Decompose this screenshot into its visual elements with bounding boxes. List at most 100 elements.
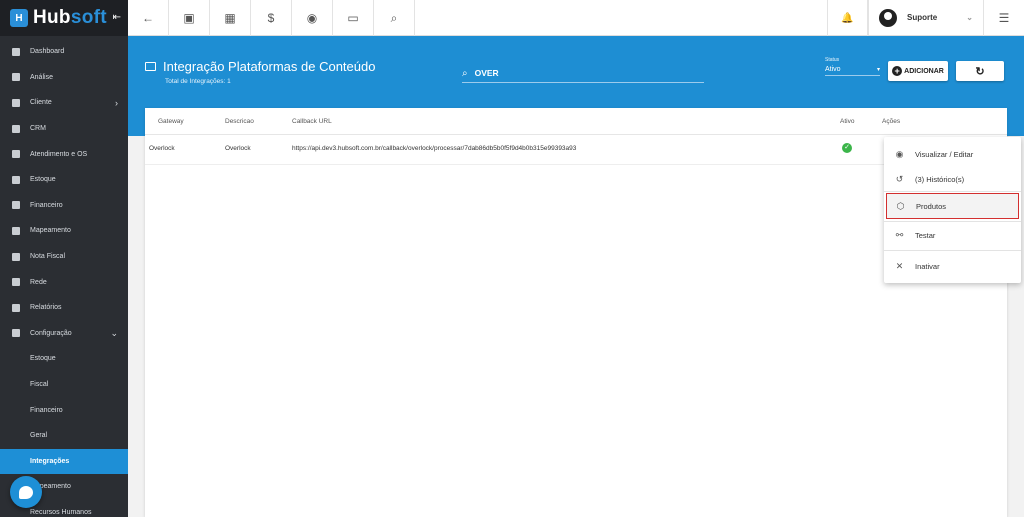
status-filter[interactable]: Status Ativo ▾	[825, 57, 880, 76]
calendar-button[interactable]: ▦	[210, 0, 251, 36]
bell-icon: 🔔	[841, 12, 854, 24]
list-icon: ☰	[998, 11, 1010, 25]
arrow-left-icon: ←	[142, 11, 154, 25]
sidebar-nav: Dashboard Análise Cliente › CRM Atendimen…	[0, 36, 128, 517]
actions-dropdown-menu: ◉ Visualizar / Editar ↺ (3) Histórico(s)…	[884, 137, 1021, 283]
sidebar-subitem-integracoes[interactable]: Integrações	[0, 448, 128, 475]
total-integrations-label: Total de Integrações: 1	[165, 78, 231, 85]
chat-widget-button[interactable]	[10, 476, 42, 508]
gear-icon	[12, 329, 20, 338]
history-icon: ↺	[895, 173, 904, 184]
view-button[interactable]: ◉	[292, 0, 333, 36]
status-label: Status	[825, 57, 840, 63]
sidebar-item-atendimento[interactable]: Atendimento e OS	[0, 141, 128, 167]
column-gateway[interactable]: Gateway	[158, 118, 184, 125]
global-search-button[interactable]: ⌕	[374, 0, 415, 36]
hubsoft-logo-icon: H	[10, 9, 28, 27]
sidebar-item-dashboard[interactable]: Dashboard	[0, 39, 128, 65]
column-callback-url[interactable]: Callback URL	[292, 118, 332, 125]
sidebar-subitem-geral[interactable]: Geral	[0, 423, 128, 449]
menu-item-testar[interactable]: ⚯ Testar	[884, 222, 1021, 248]
sidebar-item-cliente[interactable]: Cliente ›	[0, 90, 128, 116]
crm-icon	[12, 124, 20, 133]
sidebar-item-configuracao[interactable]: Configuração ⌄	[0, 321, 128, 347]
sidebar-item-relatorios[interactable]: Relatórios	[0, 295, 128, 321]
dashboard-icon	[12, 47, 20, 56]
active-check-icon: ✓	[842, 143, 852, 153]
search-bar: ⌕	[462, 64, 704, 83]
refresh-icon: ↻	[975, 65, 985, 78]
sidebar-item-analise[interactable]: Análise	[0, 65, 128, 91]
sidebar-subitem-estoque[interactable]: Estoque	[0, 346, 128, 372]
sidebar-item-financeiro[interactable]: Financeiro	[0, 193, 128, 219]
report-icon	[12, 303, 20, 312]
search-icon: ⌕	[390, 10, 398, 25]
column-descricao[interactable]: Descricao	[225, 118, 254, 125]
brand-name-b: soft	[70, 7, 107, 28]
status-value: Ativo	[825, 66, 841, 73]
avatar	[879, 8, 897, 27]
table-row[interactable]: Overlock Overlock https://api.dev3.hubso…	[145, 135, 1007, 165]
table-header: Gateway Descricao Callback URL Ativo Açõ…	[145, 108, 1007, 135]
chevron-down-icon: ⌄	[966, 13, 973, 22]
plus-icon: +	[892, 66, 903, 76]
cell-gateway: Overlock	[149, 145, 175, 152]
cell-callback-url: https://api.dev3.hubsoft.com.br/callback…	[292, 145, 577, 152]
terminal-icon: ▭	[347, 11, 359, 25]
user-menu[interactable]: Suporte ⌄	[868, 0, 983, 35]
page-title-text: Integração Plataformas de Conteúdo	[163, 59, 376, 74]
chat-bubble-icon	[19, 485, 33, 499]
sidebar-subitem-financeiro[interactable]: Financeiro	[0, 397, 128, 423]
brand-name-a: Hub	[33, 7, 71, 28]
add-button[interactable]: + ADICIONAR	[888, 61, 948, 81]
calendar-icon: ▦	[224, 11, 236, 25]
column-acoes: Ações	[882, 118, 901, 125]
box-icon: ⬡	[896, 200, 905, 211]
box-icon	[12, 175, 20, 184]
cell-descricao: Overlock	[225, 145, 251, 152]
menu-item-visualizar-editar[interactable]: ◉ Visualizar / Editar	[884, 141, 1021, 167]
add-button-label: ADICIONAR	[904, 67, 944, 75]
list-menu-button[interactable]: ☰	[983, 0, 1024, 36]
menu-item-historico[interactable]: ↺ (3) Histórico(s)	[884, 166, 1021, 192]
column-ativo[interactable]: Ativo	[840, 118, 854, 125]
network-icon	[12, 278, 20, 287]
search-input[interactable]	[474, 68, 675, 78]
notifications-button[interactable]: 🔔	[827, 0, 868, 36]
money-icon	[12, 201, 20, 210]
sidebar-item-nota-fiscal[interactable]: Nota Fiscal	[0, 244, 128, 270]
sidebar: H Hubsoft ⇤ Dashboard Análise Cliente › C…	[0, 0, 128, 517]
chevron-down-icon: ⌄	[110, 327, 118, 338]
invoice-icon	[12, 252, 20, 261]
brand-logo[interactable]: H Hubsoft ⇤	[0, 0, 128, 36]
menu-divider	[884, 250, 1021, 251]
menu-item-inativar[interactable]: ✕ Inativar	[884, 253, 1021, 279]
integrations-table-card: Gateway Descricao Callback URL Ativo Açõ…	[145, 108, 1007, 517]
integration-icon	[145, 62, 156, 71]
sidebar-subitem-fiscal[interactable]: Fiscal	[0, 372, 128, 398]
close-icon: ✕	[895, 260, 904, 271]
analysis-icon	[12, 73, 20, 82]
chevron-right-icon: ›	[115, 97, 118, 108]
test-connection-icon: ⚯	[895, 229, 904, 240]
client-card-button[interactable]: ▣	[169, 0, 210, 36]
user-name: Suporte	[907, 13, 938, 22]
dollar-icon: $	[267, 11, 275, 25]
menu-item-produtos[interactable]: ⬡ Produtos	[886, 193, 1019, 219]
finance-button[interactable]: $	[251, 0, 292, 36]
sidebar-item-mapeamento[interactable]: Mapeamento	[0, 218, 128, 244]
sidebar-item-crm[interactable]: CRM	[0, 116, 128, 142]
client-card-icon: ▣	[183, 11, 195, 25]
sidebar-item-estoque[interactable]: Estoque	[0, 167, 128, 193]
calendar-icon	[12, 150, 20, 159]
caret-down-icon: ▾	[876, 67, 880, 73]
sidebar-item-rede[interactable]: Rede	[0, 269, 128, 295]
eye-icon: ◉	[895, 148, 904, 159]
eye-icon: ◉	[306, 11, 318, 25]
refresh-button[interactable]: ↻	[956, 61, 1004, 81]
status-select[interactable]: Ativo ▾	[825, 66, 880, 76]
back-button[interactable]: ←	[128, 0, 169, 36]
terminal-button[interactable]: ▭	[333, 0, 374, 36]
collapse-sidebar-icon[interactable]: ⇤	[113, 12, 121, 23]
map-pin-icon	[12, 226, 20, 235]
